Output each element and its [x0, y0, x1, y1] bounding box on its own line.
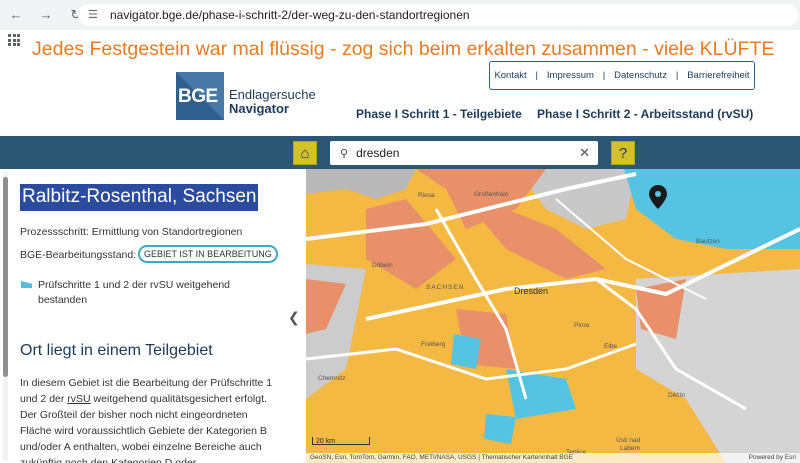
home-icon: ⌂	[300, 144, 310, 162]
link-kontakt[interactable]: Kontakt	[494, 70, 526, 81]
nav-phase2[interactable]: Phase I Schritt 2 - Arbeitsstand (rvSU)	[537, 107, 753, 121]
info-panel: Ralbitz-Rosenthal, Sachsen Prozessschrit…	[0, 169, 306, 463]
site-info-icon[interactable]: ☰	[88, 8, 102, 22]
map-label-dresden: Dresden	[514, 286, 549, 296]
nav-phase1[interactable]: Phase I Schritt 1 - Teilgebiete	[356, 107, 522, 121]
map-label-riesa: Riesa	[418, 192, 435, 199]
url-text[interactable]: navigator.bge.de/phase-i-schritt-2/der-w…	[110, 8, 470, 22]
map-label-elbe: Elbe	[604, 343, 618, 350]
home-button[interactable]: ⌂	[293, 141, 317, 165]
apps-grid-icon[interactable]	[8, 34, 20, 46]
question-icon: ?	[618, 144, 628, 162]
map-label-sachsen: SACHSEN	[426, 284, 465, 291]
bge-logo[interactable]: BGE	[176, 72, 224, 120]
link-datenschutz[interactable]: Datenschutz	[614, 70, 667, 81]
search-box[interactable]: ⚲ dresden ✕	[330, 141, 598, 165]
map-canvas	[306, 169, 800, 463]
address-bar[interactable]: ☰ navigator.bge.de/phase-i-schritt-2/der…	[78, 4, 798, 26]
map-label-labem: Labem	[620, 445, 640, 452]
clear-icon[interactable]: ✕	[579, 145, 590, 161]
top-links: Kontakt | Impressum | Datenschutz | Barr…	[489, 61, 755, 90]
map-label-doebeln: Döbeln	[372, 262, 393, 269]
powered-by[interactable]: Powered by Esri	[749, 453, 796, 463]
map-view[interactable]: Riesa Großenhain Döbeln SACHSEN Dresden …	[306, 169, 800, 463]
stand-label: BGE-Bearbeitungsstand:	[20, 249, 137, 261]
help-button[interactable]: ?	[611, 141, 635, 165]
search-input[interactable]: dresden	[356, 146, 579, 160]
section-body: In diesem Gebiet ist die Bearbeitung der…	[20, 377, 273, 463]
collapse-panel-icon[interactable]: ❮	[288, 309, 300, 326]
scale-label: 20 km	[316, 438, 336, 445]
map-label-freiberg: Freiberg	[421, 341, 446, 348]
map-label-bautzen: Bautzen	[696, 238, 720, 245]
brand-name: Endlagersuche	[229, 87, 316, 102]
status-badge: GEBIET IST IN BEARBEITUNG	[138, 245, 278, 263]
map-label-usti: Ústí nad	[616, 437, 641, 444]
map-label-grossenhain: Großenhain	[474, 191, 509, 198]
map-toolbar: ⌂ ⚲ dresden ✕ ?	[0, 136, 800, 169]
browser-toolbar: ← → ↻ ☰ navigator.bge.de/phase-i-schritt…	[0, 0, 800, 30]
legend-text-line1: Prüfschritte 1 und 2 der rvSU weitgehend	[38, 279, 231, 291]
map-label-decin: Děčín	[668, 392, 685, 399]
map-label-chemnitz: Chemnitz	[318, 375, 346, 382]
legend-text-line2: bestanden	[38, 294, 88, 306]
forward-icon[interactable]: →	[38, 7, 54, 23]
map-label-pirna: Pirna	[574, 322, 590, 329]
overlay-banner-text: Jedes Festgestein war mal flüssig - zog …	[32, 38, 775, 60]
panel-title: Ralbitz-Rosenthal, Sachsen	[20, 184, 259, 211]
map-attribution[interactable]: GeoSN, Esri, TomTom, Garmin, FAO, METI/N…	[306, 453, 800, 463]
prozess-label: Prozessschritt: Ermittlung von Standortr…	[20, 226, 243, 238]
section-heading: Ort liegt in einem Teilgebiet	[20, 342, 213, 359]
scrollbar-thumb[interactable]	[3, 177, 8, 377]
brand-subname: Navigator	[229, 101, 289, 116]
rvsu-link[interactable]: rvSU	[67, 393, 90, 405]
location-pin-icon: ⚲	[340, 147, 349, 160]
back-icon[interactable]: ←	[8, 7, 24, 23]
link-impressum[interactable]: Impressum	[547, 70, 594, 81]
link-barrierefreiheit[interactable]: Barrierefreiheit	[687, 70, 749, 81]
legend-swatch	[21, 281, 32, 288]
